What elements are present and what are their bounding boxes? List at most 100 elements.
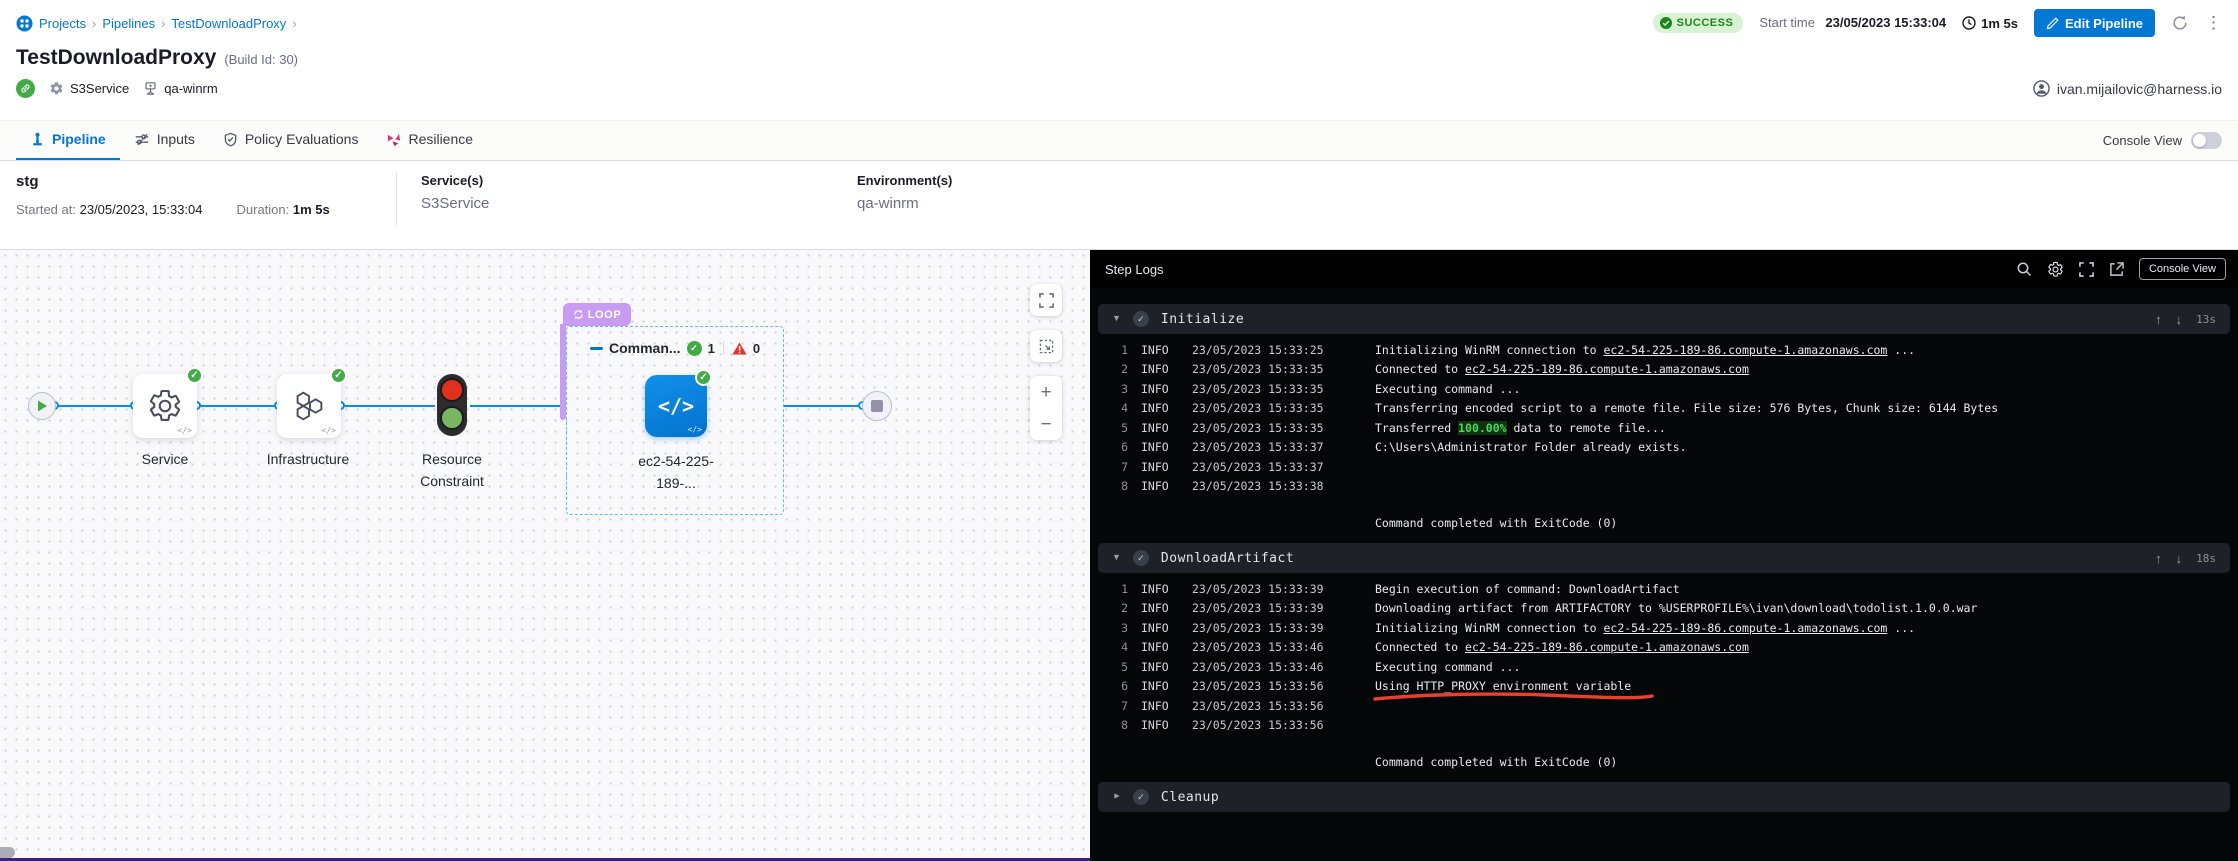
success-count: 1 [708, 341, 715, 356]
log-message: Begin execution of command: DownloadArti… [1375, 582, 2238, 596]
node-infrastructure[interactable]: </> ✓ [277, 374, 341, 438]
stage-name[interactable]: stg [16, 173, 396, 190]
chevron-right-icon[interactable]: ▼ [1111, 792, 1121, 801]
traffic-light-icon [434, 372, 470, 438]
fullscreen-button[interactable] [1030, 284, 1062, 316]
pipeline-graph-canvas[interactable]: </> ✓ Service </> ✓ Infrastructure [0, 250, 1090, 861]
collapse-group-icon[interactable] [590, 347, 603, 350]
node-resource-constraint[interactable] [434, 372, 470, 438]
log-host-link[interactable]: ec2-54-225-189-86.compute-1.amazonaws.co… [1465, 362, 1749, 376]
log-text: Transferred [1375, 421, 1458, 435]
scroll-to-top-icon[interactable]: ↑ [2155, 312, 2162, 327]
log-line-number: 1 [1104, 582, 1128, 596]
stop-icon [871, 400, 883, 412]
log-level: INFO [1141, 460, 1179, 474]
log-line: 7INFO23/05/2023 15:33:56 [1090, 696, 2238, 716]
log-text: Executing command ... [1375, 382, 1520, 396]
log-message: Downloading artifact from ARTIFACTORY to… [1375, 601, 2238, 615]
log-expand-button[interactable] [2079, 262, 2094, 277]
log-timestamp: 23/05/2023 15:33:46 [1192, 640, 1362, 654]
node-service[interactable]: </> ✓ [133, 374, 197, 438]
log-section-header-initialize[interactable]: ▼✓Initialize↑↓13s [1098, 304, 2230, 334]
group-title[interactable]: Comman... [609, 340, 681, 356]
log-search-button[interactable] [2016, 261, 2032, 277]
services-value: S3Service [421, 195, 857, 212]
gear-icon [147, 388, 183, 424]
log-level: INFO [1141, 343, 1179, 357]
log-section-header-downloadartifact[interactable]: ▼✓DownloadArtifact↑↓18s [1098, 543, 2230, 573]
fit-to-view-button[interactable] [1030, 330, 1062, 362]
log-section-header-cleanup[interactable]: ▼✓Cleanup [1098, 782, 2230, 812]
edge [53, 405, 137, 407]
log-text: Initializing WinRM connection to [1375, 343, 1603, 357]
section-status-icon: ✓ [1133, 311, 1149, 327]
breadcrumb: Projects › Pipelines › TestDownloadProxy… [16, 15, 297, 32]
tab-resilience[interactable]: Resilience [372, 121, 487, 161]
breadcrumb-projects[interactable]: Projects [39, 16, 86, 31]
section-header-actions: ↑↓13s [2155, 312, 2216, 327]
log-text: Transferring encoded script to a remote … [1375, 401, 1998, 415]
node-label-infrastructure: Infrastructure [248, 448, 368, 470]
step-logs-panel: Step Logs Console View [1090, 250, 2238, 861]
log-text: ... [1887, 621, 1915, 635]
log-host-link[interactable]: ec2-54-225-189-86.compute-1.amazonaws.co… [1465, 640, 1749, 654]
log-line: 6INFO23/05/2023 15:33:37C:\Users\Adminis… [1090, 438, 2238, 458]
log-settings-button[interactable] [2047, 261, 2064, 278]
chevron-down-icon[interactable]: ▼ [1112, 552, 1121, 562]
breadcrumb-pipeline-name[interactable]: TestDownloadProxy [171, 16, 286, 31]
scroll-to-bottom-icon[interactable]: ↓ [2176, 312, 2183, 327]
success-badge-icon: ✓ [186, 367, 203, 384]
log-message: Transferring encoded script to a remote … [1375, 401, 2238, 415]
chevron-down-icon[interactable]: ▼ [1112, 313, 1121, 323]
log-line-number: 6 [1104, 679, 1128, 693]
log-host-link[interactable]: ec2-54-225-189-86.compute-1.amazonaws.co… [1603, 343, 1887, 357]
log-host-link[interactable]: ec2-54-225-189-86.compute-1.amazonaws.co… [1603, 621, 1887, 635]
log-message: C:\Users\Administrator Folder already ex… [1375, 440, 2238, 454]
scroll-to-top-icon[interactable]: ↑ [2155, 551, 2162, 566]
log-line: 1INFO23/05/2023 15:33:25Initializing Win… [1090, 340, 2238, 360]
log-text: ... [1887, 343, 1915, 357]
tab-pipeline[interactable]: Pipeline [16, 121, 120, 161]
warning-count: 0 [753, 341, 760, 356]
page-header: Projects › Pipelines › TestDownloadProxy… [0, 0, 2238, 120]
start-node[interactable] [28, 392, 56, 420]
zoom-out-button[interactable]: − [1030, 408, 1062, 440]
log-message: Executing command ... [1375, 660, 2238, 674]
node-label-resource-constraint: Resource Constraint [392, 448, 512, 492]
refresh-button[interactable] [2171, 14, 2189, 32]
end-node[interactable] [862, 391, 892, 421]
clock-icon [1962, 16, 1976, 30]
log-level: INFO [1141, 362, 1179, 376]
template-glyph: </> [178, 426, 192, 435]
check-circle-icon [1660, 17, 1672, 29]
log-timestamp: 23/05/2023 15:33:39 [1192, 582, 1362, 596]
node-command-step[interactable]: </> </> ✓ [645, 375, 707, 437]
horizontal-scrollbar-thumb[interactable] [0, 847, 15, 858]
scroll-to-bottom-icon[interactable]: ↓ [2176, 551, 2183, 566]
log-line: 5INFO23/05/2023 15:33:35Transferred 100.… [1090, 418, 2238, 438]
section-status-icon: ✓ [1133, 789, 1149, 805]
log-timestamp: 23/05/2023 15:33:46 [1192, 660, 1362, 674]
edge [340, 405, 435, 407]
edit-pipeline-button[interactable]: Edit Pipeline [2034, 9, 2155, 37]
edge [470, 405, 566, 407]
console-view-toggle[interactable] [2191, 132, 2222, 149]
log-panel-title: Step Logs [1105, 262, 1164, 277]
tab-policy-evaluations[interactable]: Policy Evaluations [209, 121, 373, 161]
log-line-number: 2 [1104, 601, 1128, 615]
log-text: Initializing WinRM connection to [1375, 621, 1603, 635]
zoom-in-button[interactable]: + [1030, 376, 1062, 408]
log-console-view-button[interactable]: Console View [2139, 258, 2226, 280]
more-options-button[interactable]: ⋮ [2205, 13, 2222, 33]
log-level: INFO [1141, 440, 1179, 454]
log-message: Initializing WinRM connection to ec2-54-… [1375, 621, 2238, 635]
loop-badge: LOOP [563, 303, 631, 326]
duration-value: 1m 5s [293, 202, 330, 217]
execution-tabbar: Pipeline Inputs Policy Evaluations Resil… [0, 120, 2238, 162]
breadcrumb-pipelines[interactable]: Pipelines [102, 16, 155, 31]
log-open-new-tab-button[interactable] [2109, 262, 2124, 277]
log-message: Transferred 100.00% data to remote file.… [1375, 421, 2238, 435]
tab-inputs[interactable]: Inputs [120, 121, 209, 161]
success-count-icon: ✓ [687, 341, 702, 356]
log-line: 5INFO23/05/2023 15:33:46Executing comman… [1090, 657, 2238, 677]
